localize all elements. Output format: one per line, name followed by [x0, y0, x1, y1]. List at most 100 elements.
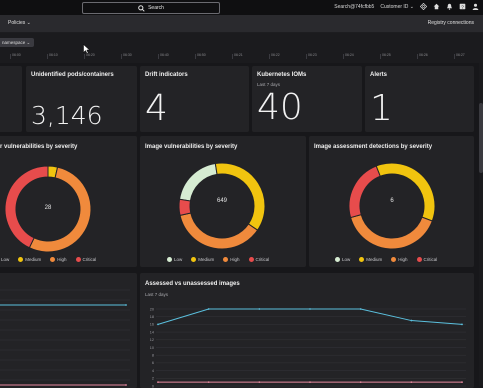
y-tick-label: 0	[152, 384, 154, 388]
help-icon[interactable]: ?	[459, 3, 466, 10]
legend-label: Low	[174, 257, 183, 262]
legend-medium[interactable]: Medium	[359, 257, 382, 262]
timeline-tick-label: 06:20	[86, 53, 95, 57]
legend-low[interactable]: Low	[0, 257, 9, 262]
left-line-chart-card[interactable]	[0, 273, 137, 388]
page-scrollbar[interactable]	[479, 63, 483, 386]
legend-swatch	[50, 257, 56, 262]
container-vulnerabilities-card[interactable]: r vulnerabilities by severity 28 Low Med…	[0, 136, 137, 267]
timeline-tick-mark	[121, 54, 122, 59]
timeline-tick-mark	[417, 54, 418, 59]
series-point[interactable]	[157, 381, 159, 384]
legend-low[interactable]: Low	[335, 257, 350, 262]
y-tick-label: 16	[150, 323, 154, 327]
card-title: Image vulnerabilities by severity	[145, 144, 238, 150]
donut-slice-critical[interactable]	[348, 165, 381, 219]
legend-swatch	[359, 257, 365, 262]
series-point[interactable]	[359, 381, 362, 384]
timeline-tick-label: 06:50	[197, 53, 206, 57]
legend-high[interactable]: High	[50, 257, 67, 262]
donut-slice-high[interactable]	[179, 212, 259, 250]
support-icon[interactable]	[420, 3, 427, 10]
series-point[interactable]	[125, 304, 127, 306]
drift-indicators-card[interactable]: Drift indicators 4	[140, 66, 249, 132]
series-point[interactable]	[207, 308, 210, 310]
series-point[interactable]	[207, 381, 210, 384]
series-point[interactable]	[258, 381, 261, 384]
registry-connections-link[interactable]: Registry connections	[428, 20, 474, 26]
legend-critical[interactable]: Critical	[416, 257, 437, 262]
card-title: Image assessment detections by severity	[314, 144, 433, 150]
legend-label: Medium	[366, 257, 383, 262]
donut-slice-high[interactable]	[349, 213, 433, 250]
legend-label: High	[398, 257, 408, 262]
assessed-vs-unassessed-card[interactable]: Assessed vs unassessed images Last 7 day…	[140, 273, 474, 388]
global-search-button[interactable]: Search	[82, 2, 220, 14]
donut-slice-medium[interactable]	[375, 162, 436, 222]
donut-slice-low[interactable]	[178, 162, 218, 202]
line-chart: 0 2 4 6 8 10 12 14 16 18 20	[150, 307, 466, 388]
legend-swatch	[223, 257, 229, 262]
unidentified-pods-card[interactable]: Unidentified pods/containers 3,146	[26, 66, 137, 132]
card-title: Alerts	[370, 72, 388, 78]
policies-label: Policies	[8, 20, 26, 26]
legend-low[interactable]: Low	[167, 257, 182, 262]
series-point[interactable]	[309, 381, 311, 384]
donut-legend: Low Medium High Critical	[167, 257, 269, 262]
timeline-tick-mark	[232, 54, 233, 59]
top-bar: Search Search@74fcfbb5 Customer ID ⌄ ?	[0, 0, 483, 16]
timeline-tick-label: 06:21	[234, 53, 243, 57]
policies-menu[interactable]: Policies ⌄	[8, 20, 31, 26]
legend-swatch	[335, 257, 340, 262]
series-point[interactable]	[410, 319, 413, 322]
alerts-card[interactable]: Alerts 1	[365, 66, 474, 132]
scrollbar-thumb[interactable]	[479, 103, 483, 173]
namespace-chip-label: namespace	[2, 40, 26, 45]
donut-legend: Low Medium High Critical	[0, 257, 96, 262]
y-tick-label: 12	[150, 338, 154, 342]
legend-critical[interactable]: Critical	[75, 257, 96, 262]
legend-swatch	[75, 257, 81, 262]
series-point[interactable]	[410, 381, 413, 384]
line-chart	[0, 289, 130, 386]
drift-indicators-value: 4	[145, 88, 168, 129]
donut-slice-critical[interactable]	[178, 198, 192, 217]
image-vulnerabilities-card[interactable]: Image vulnerabilities by severity 649 Lo…	[140, 136, 306, 267]
customer-id-dropdown[interactable]: Customer ID ⌄	[380, 4, 414, 10]
home-icon[interactable]	[433, 3, 440, 10]
series-point[interactable]	[157, 323, 159, 326]
legend-high[interactable]: High	[391, 257, 408, 262]
series-point[interactable]	[461, 323, 463, 326]
namespace-filter-chip[interactable]: namespace ⌄	[0, 38, 35, 47]
kubernetes-ioms-card[interactable]: Kubernetes IOMs Last 7 days 40	[252, 66, 362, 132]
series-point[interactable]	[309, 308, 311, 310]
legend-medium[interactable]: Medium	[18, 257, 41, 262]
legend-high[interactable]: High	[223, 257, 240, 262]
donut-chart	[348, 162, 436, 250]
legend-critical[interactable]: Critical	[248, 257, 269, 262]
y-tick-label: 8	[152, 354, 154, 358]
user-account-link[interactable]: Search@74fcfbb5	[334, 4, 374, 10]
unidentified-pods-value: 3,146	[31, 101, 103, 130]
series-point[interactable]	[359, 308, 362, 310]
user-avatar-icon[interactable]	[472, 3, 479, 10]
legend-swatch	[18, 257, 24, 262]
timeline-tick-mark	[306, 54, 307, 59]
left-clipped-card	[0, 66, 22, 132]
timeline-tick-mark	[10, 54, 11, 59]
notification-bell-icon[interactable]	[446, 3, 453, 10]
filter-row: namespace ⌄ 06:00 06:10 06:20 06:30 06:40 06:…	[0, 33, 483, 63]
legend-swatch	[416, 257, 422, 262]
search-icon	[138, 4, 145, 12]
legend-swatch	[391, 257, 397, 262]
timeline-tick-label: 06:26	[419, 53, 428, 57]
legend-medium[interactable]: Medium	[191, 257, 214, 262]
timeline-tick-label: 06:00	[12, 53, 21, 57]
series-point[interactable]	[258, 308, 261, 310]
timeline-axis[interactable]: 06:00 06:10 06:20 06:30 06:40 06:50 06:21 06:22…	[0, 52, 483, 60]
image-assessment-card[interactable]: Image assessment detections by severity …	[309, 136, 474, 267]
series-point[interactable]	[461, 381, 463, 384]
timeline-tick-label: 06:22	[271, 53, 280, 57]
card-title: Unidentified pods/containers	[31, 72, 114, 78]
donut-slice-medium[interactable]	[214, 162, 266, 231]
